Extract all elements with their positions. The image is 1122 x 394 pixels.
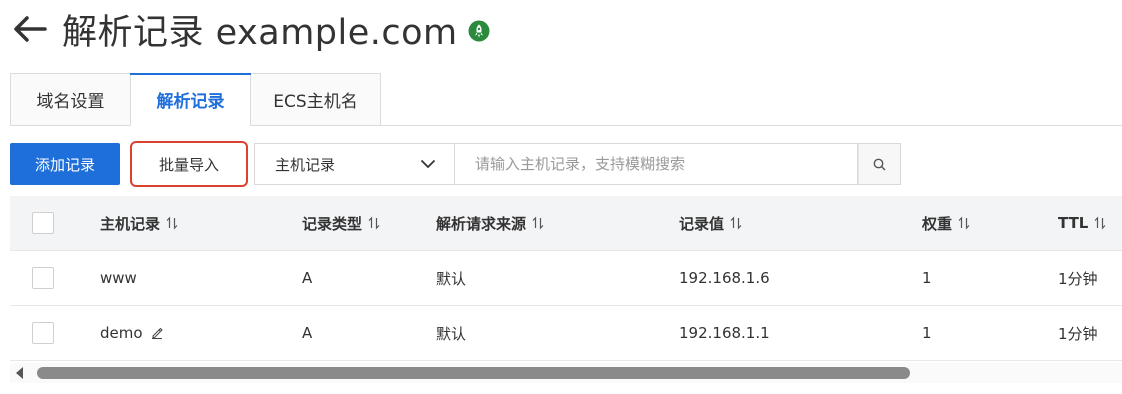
search-field-select[interactable]: 主机记录 [254, 143, 455, 185]
scroll-left-arrow-icon[interactable] [16, 367, 23, 379]
tab-ecs-hostname[interactable]: ECS主机名 [250, 73, 381, 126]
edit-icon[interactable] [151, 327, 163, 339]
back-arrow-icon[interactable] [10, 9, 50, 49]
add-record-button[interactable]: 添加记录 [10, 143, 120, 185]
sort-icon [958, 216, 970, 230]
sort-icon [532, 216, 544, 230]
cell-host: demo [100, 306, 163, 360]
import-highlight: 批量导入 [130, 141, 248, 187]
cell-value: 192.168.1.6 [679, 269, 770, 287]
search-icon [873, 158, 886, 171]
select-value: 主机记录 [275, 155, 336, 174]
table-row: demo A 默认 192.168.1.1 1 1分钟 [10, 306, 1122, 361]
column-label: 主机记录 [100, 214, 161, 233]
column-header-value[interactable]: 记录值 [679, 196, 742, 250]
table-row: www A 默认 192.168.1.6 1 1分钟 [10, 251, 1122, 306]
cell-type: A [302, 269, 313, 287]
cell-weight: 1 [922, 269, 932, 287]
cell-ttl: 1分钟 [1058, 269, 1098, 288]
records-table: 主机记录 记录类型 解析请求来源 记录值 权重 TTL www A 默认 192… [10, 196, 1122, 361]
toolbar: 添加记录 批量导入 主机记录 [10, 141, 901, 187]
search-button[interactable] [858, 143, 901, 185]
column-header-host[interactable]: 主机记录 [100, 196, 178, 250]
column-header-line[interactable]: 解析请求来源 [436, 196, 544, 250]
select-all-checkbox[interactable] [32, 212, 54, 234]
host-text: demo [100, 324, 143, 342]
column-header-weight[interactable]: 权重 [922, 196, 970, 250]
column-header-type[interactable]: 记录类型 [302, 196, 380, 250]
cell-weight: 1 [922, 324, 932, 342]
cell-ttl: 1分钟 [1058, 324, 1098, 343]
column-label: 权重 [922, 214, 953, 233]
sort-icon [730, 216, 742, 230]
cell-host: www [100, 269, 137, 287]
cell-line: 默认 [436, 269, 467, 288]
tab-divider [381, 125, 1122, 126]
chevron-down-icon [420, 159, 436, 169]
page-title: 解析记录 example.com [62, 12, 458, 53]
scrollbar-thumb[interactable] [37, 367, 910, 379]
horizontal-scrollbar[interactable] [10, 363, 1122, 383]
column-header-ttl[interactable]: TTL [1058, 196, 1106, 250]
column-label: 记录类型 [302, 214, 363, 233]
row-checkbox[interactable] [32, 267, 54, 289]
table-header: 主机记录 记录类型 解析请求来源 记录值 权重 TTL [10, 196, 1122, 251]
cell-line: 默认 [436, 324, 467, 343]
status-icon [468, 20, 490, 42]
batch-import-button[interactable]: 批量导入 [137, 145, 241, 183]
row-checkbox[interactable] [32, 322, 54, 344]
sort-icon [166, 216, 178, 230]
tab-domain-settings[interactable]: 域名设置 [10, 73, 130, 126]
sort-icon [368, 216, 380, 230]
cell-value: 192.168.1.1 [679, 324, 770, 342]
search-input[interactable] [455, 143, 858, 185]
tab-dns-records[interactable]: 解析记录 [130, 73, 251, 126]
tab-bar: 域名设置 解析记录 ECS主机名 [10, 73, 381, 126]
sort-icon [1094, 216, 1106, 230]
column-label: 解析请求来源 [436, 214, 527, 233]
column-label: 记录值 [679, 214, 725, 233]
cell-type: A [302, 324, 313, 342]
column-label: TTL [1058, 214, 1089, 232]
page-header: 解析记录 example.com [10, 4, 490, 54]
